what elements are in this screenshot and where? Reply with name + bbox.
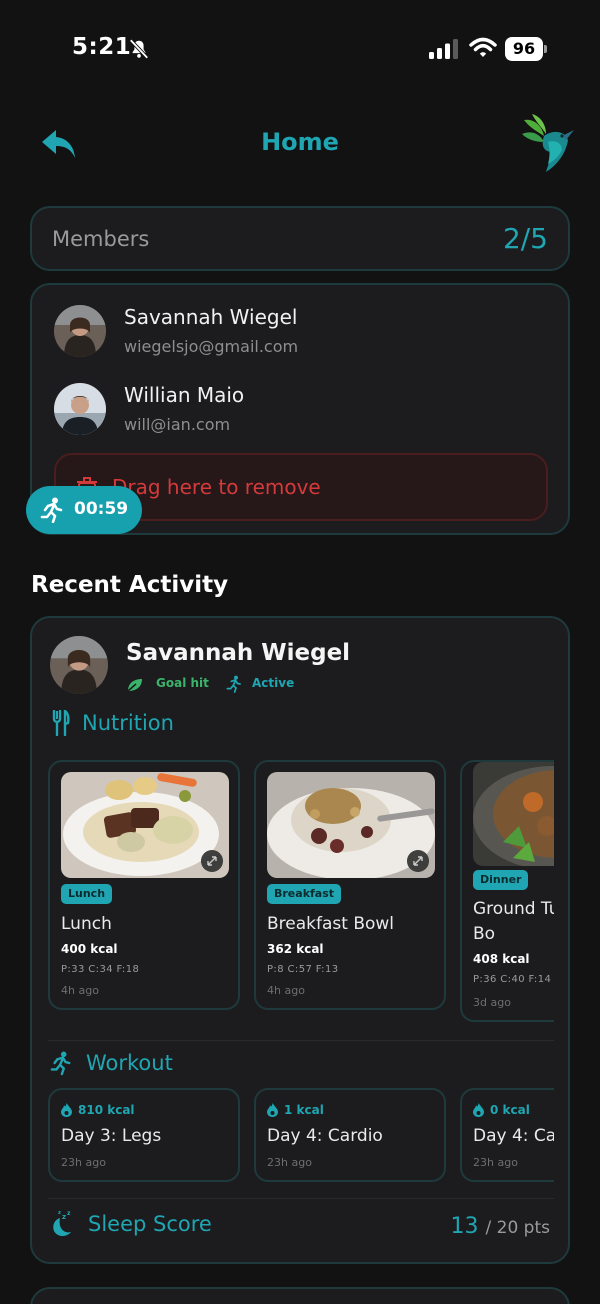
svg-text:z: z <box>62 1213 66 1221</box>
meal-kcal: 362 kcal <box>267 942 324 956</box>
bell-off-icon <box>129 39 149 59</box>
meal-type-tag: Dinner <box>473 870 529 890</box>
workout-time: 23h ago <box>267 1156 312 1169</box>
expand-icon[interactable] <box>201 850 223 872</box>
running-icon <box>226 675 241 693</box>
workout-time: 23h ago <box>473 1156 518 1169</box>
svg-text:z: z <box>67 1210 71 1217</box>
workout-carousel[interactable]: 810 kcal Day 3: Legs 23h ago 1 kcal Day … <box>48 1088 554 1184</box>
active-badge: Active <box>252 676 295 690</box>
meal-time: 4h ago <box>267 984 305 997</box>
running-icon <box>50 1051 71 1076</box>
flame-icon <box>267 1103 278 1117</box>
avatar <box>54 305 106 357</box>
meal-photo <box>61 772 229 878</box>
sleep-score-number: 13 <box>450 1214 479 1239</box>
meal-kcal: 400 kcal <box>61 942 118 956</box>
status-time: 5:21 <box>72 34 132 60</box>
member-email: will@ian.com <box>124 415 231 434</box>
fork-knife-icon <box>52 710 70 736</box>
meal-card[interactable]: Breakfast Breakfast Bowl 362 kcal P:8 C:… <box>254 760 446 1010</box>
sleep-score-title: Sleep Score <box>88 1212 212 1236</box>
meal-type-tag: Breakfast <box>267 884 342 904</box>
sleep-moon-icon: z z z <box>53 1210 71 1237</box>
expand-icon[interactable] <box>407 850 429 872</box>
meal-macros: P:36 C:40 F:14 <box>473 974 552 985</box>
wifi-icon <box>469 37 497 57</box>
status-chips: Goal hit Active <box>126 675 366 696</box>
meal-photo <box>473 762 554 866</box>
battery-level: 96 <box>505 37 543 61</box>
meal-photo <box>267 772 435 878</box>
recent-activity-title: Recent Activity <box>31 572 229 598</box>
sleep-score-value: 13 / 20 pts <box>451 1214 550 1239</box>
workout-name: Day 4: Car <box>473 1126 554 1146</box>
workout-name: Day 3: Legs <box>61 1126 162 1146</box>
meal-macros: P:33 C:34 F:18 <box>61 964 140 975</box>
meal-card[interactable]: Dinner Ground Turkey Bo 408 kcal P:36 C:… <box>460 760 554 1022</box>
workout-kcal: 1 kcal <box>284 1103 324 1117</box>
nutrition-title: Nutrition <box>82 711 174 735</box>
running-icon <box>40 497 63 523</box>
avatar <box>54 383 106 435</box>
member-item[interactable]: Savannah Wiegel wiegelsjo@gmail.com <box>54 305 534 365</box>
workout-name: Day 4: Cardio <box>267 1126 383 1146</box>
workout-title: Workout <box>86 1051 173 1075</box>
goal-hit-badge: Goal hit <box>156 676 209 690</box>
sleep-score-total: / 20 pts <box>485 1218 550 1238</box>
divider <box>48 1040 554 1041</box>
meal-time: 3d ago <box>473 996 511 1009</box>
signal-icon <box>429 39 458 59</box>
drag-remove-label: Drag here to remove <box>112 475 321 499</box>
activity-user-name: Savannah Wiegel <box>126 640 351 666</box>
meal-card[interactable]: Lunch Lunch 400 kcal P:33 C:34 F:18 4h a… <box>48 760 240 1010</box>
meal-name: Lunch <box>61 914 112 934</box>
meal-time: 4h ago <box>61 984 99 997</box>
workout-card[interactable]: 810 kcal Day 3: Legs 23h ago <box>48 1088 240 1182</box>
status-bar: 5:21 96 <box>0 0 600 96</box>
leaf-icon <box>127 679 142 692</box>
next-activity-card[interactable] <box>30 1287 570 1304</box>
members-count: 2/5 <box>502 222 548 255</box>
meal-macros: P:8 C:57 F:13 <box>267 964 339 975</box>
members-summary[interactable]: Members 2/5 <box>30 206 570 271</box>
workout-kcal: 810 kcal <box>78 1103 135 1117</box>
avatar <box>50 636 108 694</box>
member-item[interactable]: Willian Maio will@ian.com <box>54 383 534 443</box>
battery-icon: 96 <box>505 37 547 61</box>
workout-card[interactable]: 1 kcal Day 4: Cardio 23h ago <box>254 1088 446 1182</box>
workout-time: 23h ago <box>61 1156 106 1169</box>
hummingbird-logo-icon <box>522 114 574 172</box>
workout-card[interactable]: 0 kcal Day 4: Car 23h ago <box>460 1088 554 1182</box>
member-name: Willian Maio <box>124 383 245 407</box>
member-email: wiegelsjo@gmail.com <box>124 337 299 356</box>
activity-card: Savannah Wiegel Goal hit Active Nutritio… <box>30 616 570 1264</box>
meal-name: Breakfast Bowl <box>267 914 395 934</box>
meal-name: Ground Turkey Bo <box>473 899 554 944</box>
timer-value: 00:59 <box>74 499 129 519</box>
meal-kcal: 408 kcal <box>473 952 530 966</box>
workout-kcal: 0 kcal <box>490 1103 530 1117</box>
divider <box>48 1198 554 1199</box>
flame-icon <box>473 1103 484 1117</box>
meal-carousel[interactable]: Lunch Lunch 400 kcal P:33 C:34 F:18 4h a… <box>48 760 554 1026</box>
flame-icon <box>61 1103 72 1117</box>
header: Home <box>0 110 600 180</box>
svg-text:z: z <box>58 1210 61 1216</box>
member-name: Savannah Wiegel <box>124 305 298 329</box>
page-title: Home <box>261 128 339 156</box>
members-label: Members <box>52 227 150 251</box>
meal-type-tag: Lunch <box>61 884 113 904</box>
workout-timer-button[interactable]: 00:59 <box>26 486 142 534</box>
